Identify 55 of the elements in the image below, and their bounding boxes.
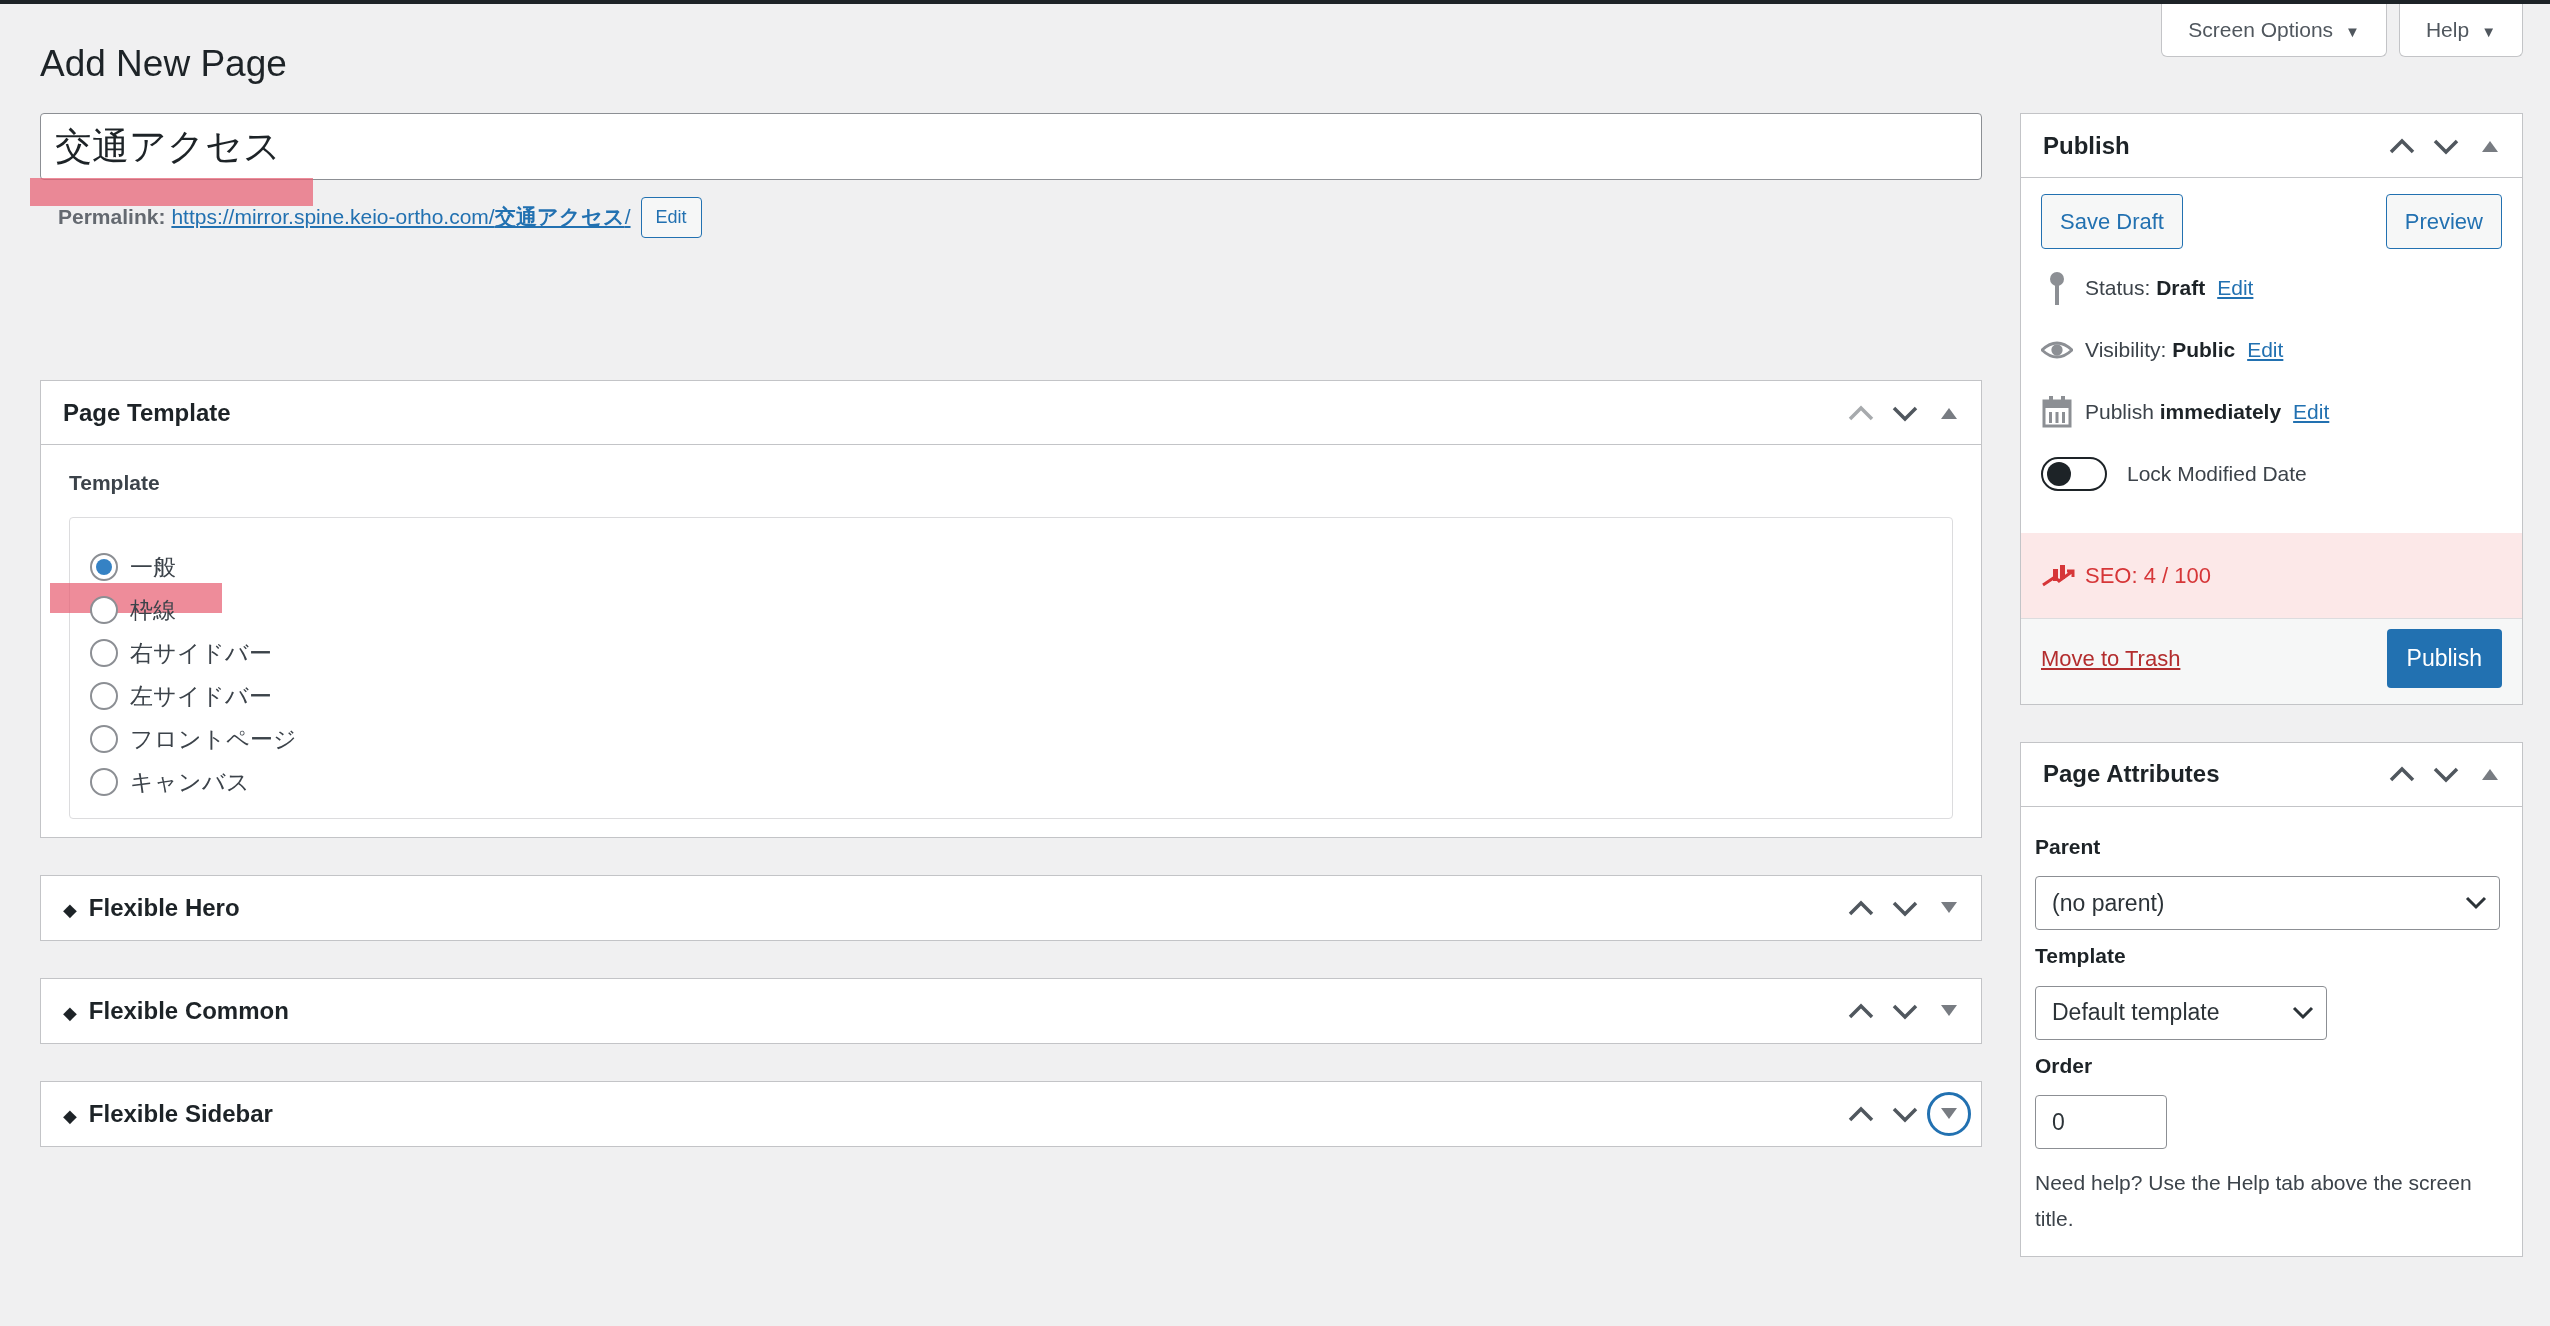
permalink-label: Permalink: (58, 204, 166, 231)
radio-button[interactable] (90, 682, 118, 710)
panel-title: Flexible Common (88, 996, 289, 1024)
permalink-link[interactable]: https://mirror.spine.keio-ortho.com/交通アクセス/ (171, 201, 631, 233)
toggle-label: Lock Modified Date (2127, 461, 2307, 488)
radio-button[interactable] (90, 639, 118, 667)
panel-title: Page Attributes (2043, 760, 2220, 787)
dropdown[interactable]: Default template (2035, 985, 2327, 1040)
chevron-down-icon (2292, 1005, 2314, 1020)
meta-text: Publish immediately (2085, 399, 2282, 426)
edit-link[interactable]: Edit (2293, 396, 2330, 428)
eye-icon (2041, 339, 2073, 361)
radio-button[interactable] (90, 553, 118, 581)
tab-button[interactable]: Screen Options ▼ (2161, 4, 2387, 57)
meta-text: Visibility: Public (2085, 337, 2236, 364)
panel-title: Flexible Hero (88, 893, 240, 921)
diamond-icon: ◆ (63, 899, 77, 920)
radio-button[interactable] (90, 725, 118, 753)
field-label: Template (2035, 943, 2127, 969)
collapse-toggle[interactable] (1927, 1091, 1971, 1136)
radio-label: キャンバス (130, 767, 250, 797)
panel-title: Page Template (63, 398, 231, 426)
meta-text: Status: Draft (2085, 275, 2206, 302)
radio-button[interactable] (90, 596, 118, 624)
page-title: Add New Page (40, 42, 287, 86)
chevron-down-icon (2465, 896, 2487, 910)
edit-link[interactable]: Edit (2217, 272, 2254, 304)
chart-icon (2041, 562, 2075, 589)
preview-button[interactable]: Preview (2385, 194, 2502, 249)
edit-button[interactable]: Edit (640, 196, 702, 238)
tab-button[interactable]: Help ▼ (2398, 4, 2523, 57)
dropdown[interactable]: (no parent) (2035, 876, 2500, 930)
toggle-switch[interactable] (2041, 457, 2107, 491)
diamond-icon: ◆ (63, 1002, 77, 1023)
radio-label: 左サイドバー (130, 681, 272, 711)
calendar-icon (2042, 396, 2072, 428)
publish-button[interactable]: Publish (2386, 629, 2502, 688)
seo-score: SEO: 4 / 100 (2085, 562, 2211, 590)
radio-label: フロントページ (130, 724, 297, 754)
field-label: Parent (2035, 833, 2102, 860)
title-field[interactable]: 交通アクセス (40, 113, 1982, 180)
panel-title: Publish (2043, 131, 2130, 159)
field-label: Template (69, 470, 161, 496)
field-label: Order (2035, 1052, 2094, 1079)
edit-link[interactable]: Edit (2247, 334, 2284, 366)
help-text: Need help? Use the Help tab above the screen title. (2035, 1170, 2473, 1232)
radio-button[interactable] (90, 768, 118, 796)
diamond-icon: ◆ (63, 1105, 77, 1126)
panel-title: Flexible Sidebar (88, 1099, 273, 1127)
pin-icon (2047, 271, 2067, 305)
radio-label: 右サイドバー (130, 638, 272, 668)
trash-link[interactable]: Move to Trash (2041, 641, 2181, 675)
order-field[interactable]: 0 (2035, 1095, 2167, 1149)
radio-label: 一般 (130, 552, 176, 582)
save-draft-button[interactable]: Save Draft (2041, 194, 2183, 249)
